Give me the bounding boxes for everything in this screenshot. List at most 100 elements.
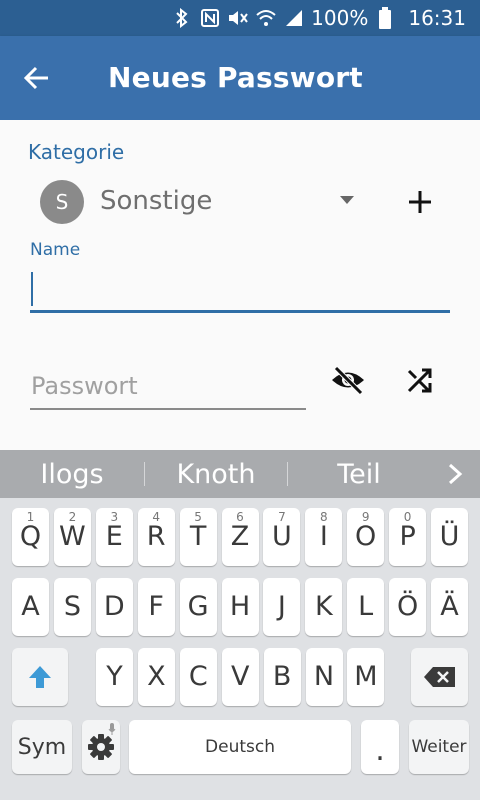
key-label: X <box>147 661 166 692</box>
key-label: A <box>21 591 40 622</box>
key-label: M <box>354 661 378 692</box>
symbols-key[interactable]: Sym <box>12 720 72 774</box>
key-j[interactable]: J <box>263 578 301 636</box>
key-d[interactable]: D <box>95 578 133 636</box>
key-c[interactable]: C <box>179 648 217 706</box>
key-label: Ü <box>439 521 460 552</box>
suggestion-1[interactable]: Ilogs <box>0 450 144 498</box>
add-category-button[interactable] <box>400 182 440 222</box>
key-label: Q <box>19 521 42 552</box>
arrow-left-icon <box>23 66 48 90</box>
key-h[interactable]: H <box>221 578 259 636</box>
app-toolbar: Neues Passwort <box>0 36 480 120</box>
key-label: B <box>272 661 292 692</box>
space-key[interactable]: Deutsch <box>129 720 351 774</box>
nfc-icon <box>199 7 221 29</box>
period-key[interactable]: . <box>361 720 399 774</box>
key-r[interactable]: 4R <box>137 508 175 566</box>
key-label: I <box>319 521 328 552</box>
key-i[interactable]: 8I <box>305 508 343 566</box>
key-w[interactable]: 2W <box>53 508 91 566</box>
shift-key[interactable] <box>12 648 68 706</box>
suggestion-2[interactable]: Knoth <box>145 450 287 498</box>
name-label: Name <box>30 240 81 260</box>
key-s[interactable]: S <box>53 578 91 636</box>
key-m[interactable]: M <box>347 648 385 706</box>
text-cursor <box>31 272 33 306</box>
shuffle-icon <box>407 368 432 393</box>
password-placeholder: Passwort <box>31 372 138 400</box>
password-form: Kategorie S Sonstige Name Passwort <box>0 120 480 450</box>
key-g[interactable]: G <box>179 578 217 636</box>
key-u[interactable]: 7U <box>263 508 301 566</box>
key-label: P <box>399 521 416 552</box>
key-label: U <box>272 521 292 552</box>
generate-password-button[interactable] <box>402 362 438 398</box>
shift-arrow-icon <box>29 666 51 688</box>
key-label: D <box>103 591 125 622</box>
plus-icon <box>409 191 431 213</box>
key-label: Z <box>230 521 250 552</box>
key-b[interactable]: B <box>263 648 301 706</box>
key-label: Ä <box>440 591 459 622</box>
period-key-label: . <box>375 733 385 768</box>
wifi-icon <box>255 7 277 29</box>
category-label: Kategorie <box>28 140 125 164</box>
eye-off-icon <box>332 366 364 395</box>
key-label: Ö <box>396 591 419 622</box>
key-q[interactable]: 1Q <box>12 508 49 566</box>
dropdown-arrow-icon <box>340 196 354 204</box>
key-label: K <box>314 591 333 622</box>
key-k[interactable]: K <box>305 578 343 636</box>
back-button[interactable] <box>16 58 56 98</box>
key-label: V <box>230 661 250 692</box>
category-value: Sonstige <box>100 186 213 216</box>
key-ö[interactable]: Ö <box>389 578 427 636</box>
key-x[interactable]: X <box>137 648 175 706</box>
mute-icon <box>227 7 249 29</box>
key-p[interactable]: 0P <box>389 508 427 566</box>
next-key-label: Weiter <box>411 737 467 757</box>
microphone-icon <box>108 723 116 735</box>
toggle-visibility-button[interactable] <box>328 360 368 400</box>
key-e[interactable]: 3E <box>95 508 133 566</box>
battery-icon <box>374 7 396 29</box>
key-l[interactable]: L <box>347 578 385 636</box>
key-label: O <box>355 521 377 552</box>
bluetooth-icon <box>171 7 193 29</box>
key-label: G <box>187 591 209 622</box>
battery-percent: 100% <box>311 6 369 30</box>
status-bar: 100% 16:31 <box>0 0 480 36</box>
space-key-label: Deutsch <box>205 737 275 757</box>
key-t[interactable]: 5T <box>179 508 217 566</box>
suggestion-3[interactable]: Teil <box>288 450 430 498</box>
key-label: C <box>188 661 208 692</box>
more-suggestions-button[interactable] <box>440 458 470 490</box>
key-label: N <box>313 661 335 692</box>
suggestion-bar: Ilogs Knoth Teil <box>0 450 480 498</box>
symbols-key-label: Sym <box>17 734 67 760</box>
name-input[interactable] <box>30 268 450 313</box>
chevron-right-icon <box>448 463 463 485</box>
status-icons: 100% 16:31 <box>171 4 466 32</box>
next-key[interactable]: Weiter <box>409 720 469 774</box>
key-label: E <box>105 521 123 552</box>
category-avatar: S <box>40 180 84 224</box>
key-label: W <box>59 521 86 552</box>
backspace-key[interactable] <box>411 648 468 706</box>
key-label: F <box>148 591 164 622</box>
key-a[interactable]: A <box>12 578 49 636</box>
key-f[interactable]: F <box>137 578 175 636</box>
key-y[interactable]: Y <box>96 648 133 706</box>
settings-key[interactable] <box>82 720 120 774</box>
key-ü[interactable]: Ü <box>431 508 468 566</box>
signal-icon <box>283 7 305 29</box>
key-z[interactable]: 6Z <box>221 508 259 566</box>
key-o[interactable]: 9O <box>347 508 385 566</box>
key-ä[interactable]: Ä <box>431 578 468 636</box>
key-n[interactable]: N <box>305 648 343 706</box>
password-input[interactable]: Passwort <box>30 366 306 410</box>
key-label: H <box>229 591 251 622</box>
gear-icon <box>88 734 114 760</box>
key-v[interactable]: V <box>221 648 259 706</box>
